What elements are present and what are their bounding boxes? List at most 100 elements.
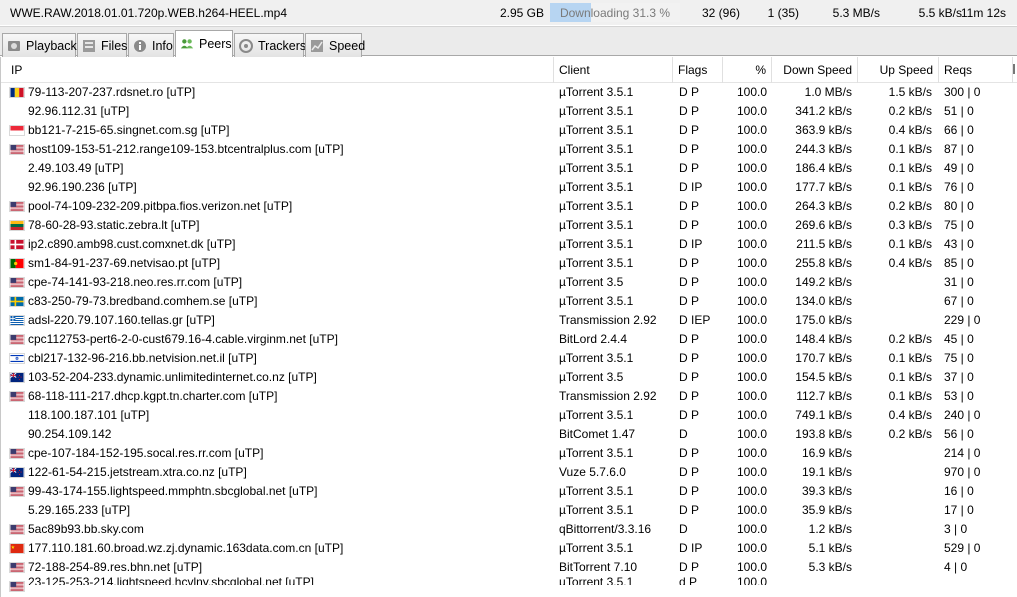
table-row[interactable]: 23-125-253-214.lightspeed.hcvlny.sbcglob… [1, 577, 1017, 596]
country-flag-icon [9, 296, 25, 307]
peer-reqs: 3 | 0 [944, 522, 968, 536]
peer-flags: D P [679, 503, 700, 517]
peer-ip: pool-74-109-232-209.pitbpa.fios.verizon.… [28, 199, 293, 213]
peer-up-speed: 0.1 kB/s [888, 237, 932, 251]
peer-down-speed: 112.7 kB/s [796, 389, 852, 403]
table-row[interactable]: ip2.c890.amb98.cust.comxnet.dk [uTP] µTor… [1, 235, 1017, 254]
peer-percent: 100.0 [736, 123, 767, 137]
table-row[interactable]: cpc112753-pert6-2-0-cust679.16-4.cable.v… [1, 330, 1017, 349]
peer-percent: 100.0 [736, 408, 767, 422]
peer-flags: D P [679, 218, 700, 232]
peer-ip: 5.29.165.233 [uTP] [28, 503, 131, 517]
torrent-row[interactable]: WWE.RAW.2018.01.01.720p.WEB.h264-HEEL.mp… [0, 0, 1017, 25]
tab-files[interactable]: Files [77, 33, 127, 57]
table-row[interactable]: 5.29.165.233 [uTP] µTorrent 3.5.1 D P 100.0… [1, 501, 1017, 520]
peer-reqs: 53 | 0 [944, 389, 974, 403]
column-header-percent[interactable]: % [723, 57, 772, 83]
column-header-down-speed[interactable]: Down Speed [772, 57, 858, 83]
table-row[interactable]: 103-52-204-233.dynamic.unlimitedinternet… [1, 368, 1017, 387]
peer-percent: 100.0 [736, 351, 767, 365]
peer-down-speed: 170.7 kB/s [795, 351, 852, 365]
peer-reqs: 67 | 0 [944, 294, 974, 308]
column-header-reqs[interactable]: Reqs [939, 57, 1013, 83]
peer-ip: 23-125-253-214.lightspeed.hcvlny.sbcglob… [28, 577, 314, 585]
table-row[interactable]: cpe-74-141-93-218.neo.res.rr.com [uTP] µT… [1, 273, 1017, 292]
tab-speed[interactable]: Speed [305, 33, 365, 57]
peer-ip: cpe-107-184-152-195.socal.res.rr.com [uT… [28, 446, 264, 460]
column-header-flags[interactable]: Flags [673, 57, 723, 83]
tab-info[interactable]: Info [128, 33, 174, 57]
peer-client: µTorrent 3.5.1 [559, 351, 634, 365]
table-row[interactable]: 90.254.109.142 BitComet 1.47 D 100.0 193.8 k… [1, 425, 1017, 444]
peer-down-speed: 148.4 kB/s [795, 332, 852, 346]
peer-down-speed: 19.1 kB/s [801, 465, 852, 479]
tab-playback[interactable]: Playback [2, 33, 77, 57]
peer-ip: cpe-74-141-93-218.neo.res.rr.com [uTP] [28, 275, 243, 289]
table-row[interactable]: 5ac89b93.bb.sky.com qBittorrent/3.3.16 D 10… [1, 520, 1017, 539]
peer-ip: 78-60-28-93.static.zebra.lt [uTP] [28, 218, 200, 232]
peer-percent: 100.0 [736, 560, 767, 574]
table-row[interactable]: sm1-84-91-237-69.netvisao.pt [uTP] µTorre… [1, 254, 1017, 273]
peer-down-speed: 175.0 kB/s [795, 313, 852, 327]
peer-client: µTorrent 3.5.1 [559, 199, 634, 213]
peer-reqs: 80 | 0 [944, 199, 974, 213]
files-icon [82, 39, 96, 53]
table-row[interactable]: cbl217-132-96-216.bb.netvision.net.il [u… [1, 349, 1017, 368]
peer-percent: 100.0 [736, 503, 767, 517]
peer-flags: D P [679, 332, 700, 346]
country-flag-icon [9, 486, 25, 497]
table-row[interactable]: adsl-220.79.107.160.tellas.gr [uTP] Trans… [1, 311, 1017, 330]
table-row[interactable]: 72-188-254-89.res.bhn.net [uTP] BitTorren… [1, 558, 1017, 577]
column-resize-grip[interactable] [1013, 64, 1015, 74]
table-row[interactable]: pool-74-109-232-209.pitbpa.fios.verizon.… [1, 197, 1017, 216]
country-flag-icon [9, 182, 25, 193]
peer-client: µTorrent 3.5.1 [559, 237, 634, 251]
peer-client: BitComet 1.47 [559, 427, 636, 441]
peer-ip: 99-43-174-155.lightspeed.mmphtn.sbcgloba… [28, 484, 318, 498]
table-row[interactable]: cpe-107-184-152-195.socal.res.rr.com [uT… [1, 444, 1017, 463]
peer-down-speed: 149.2 kB/s [795, 275, 852, 289]
peer-up-speed [856, 577, 932, 585]
table-row[interactable]: 2.49.103.49 [uTP] µTorrent 3.5.1 D P 100.0 1… [1, 159, 1017, 178]
table-row[interactable]: c83-250-79-73.bredband.comhem.se [uTP] µT… [1, 292, 1017, 311]
country-flag-icon [9, 505, 25, 516]
column-header-ip[interactable]: IP [6, 57, 554, 83]
table-row[interactable]: 177.110.181.60.broad.wz.zj.dynamic.163da… [1, 539, 1017, 558]
table-row[interactable]: 78-60-28-93.static.zebra.lt [uTP] µTorren… [1, 216, 1017, 235]
peer-down-speed: 39.3 kB/s [801, 484, 852, 498]
peer-down-speed: 749.1 kB/s [795, 408, 852, 422]
torrent-progress-bar: Downloading 31.3 % [550, 3, 680, 22]
peer-percent: 100.0 [736, 370, 767, 384]
table-row[interactable]: 118.100.187.101 [uTP] µTorrent 3.5.1 D P 10… [1, 406, 1017, 425]
peer-up-speed: 1.5 kB/s [888, 85, 932, 99]
peer-flags: d P [679, 577, 698, 585]
table-row[interactable]: 122-61-54-215.jetstream.xtra.co.nz [uTP]… [1, 463, 1017, 482]
peer-down-speed: 5.3 kB/s [808, 560, 852, 574]
table-row[interactable]: 92.96.112.31 [uTP] µTorrent 3.5.1 D P 100.0… [1, 102, 1017, 121]
tab-trackers[interactable]: Trackers [234, 33, 306, 57]
peer-reqs: 43 | 0 [944, 237, 974, 251]
table-row[interactable]: bb121-7-215-65.singnet.com.sg [uTP] µTorr… [1, 121, 1017, 140]
tab-peers[interactable]: Peers [175, 30, 233, 58]
table-row[interactable]: 79-113-207-237.rdsnet.ro [uTP] µTorrent 3… [1, 83, 1017, 102]
peer-down-speed: 154.5 kB/s [795, 370, 852, 384]
peer-reqs: 214 | 0 [944, 446, 981, 460]
peer-flags: D P [679, 446, 700, 460]
column-header-client[interactable]: Client [554, 57, 673, 83]
peer-down-speed: 1.0 MB/s [804, 85, 852, 99]
peer-up-speed [856, 273, 932, 292]
peer-reqs: 4 | 0 [944, 560, 968, 574]
peer-ip: 79-113-207-237.rdsnet.ro [uTP] [28, 85, 196, 99]
peer-down-speed: 35.9 kB/s [801, 503, 852, 517]
table-row[interactable]: host109-153-51-212.range109-153.btcentra… [1, 140, 1017, 159]
table-row[interactable]: 68-118-111-217.dhcp.kgpt.tn.charter.com … [1, 387, 1017, 406]
peer-up-speed: 0.1 kB/s [888, 389, 932, 403]
table-row[interactable]: 99-43-174-155.lightspeed.mmphtn.sbcgloba… [1, 482, 1017, 501]
peer-client: µTorrent 3.5.1 [559, 180, 634, 194]
table-row[interactable]: 92.96.190.236 [uTP] µTorrent 3.5.1 D IP 100… [1, 178, 1017, 197]
peer-flags: D P [679, 161, 700, 175]
torrent-status: Downloading 31.3 % [559, 6, 671, 20]
peer-client: Transmission 2.92 [559, 313, 657, 327]
column-header-up-speed[interactable]: Up Speed [858, 57, 939, 83]
peer-ip: 103-52-204-233.dynamic.unlimitedinternet… [28, 370, 317, 384]
